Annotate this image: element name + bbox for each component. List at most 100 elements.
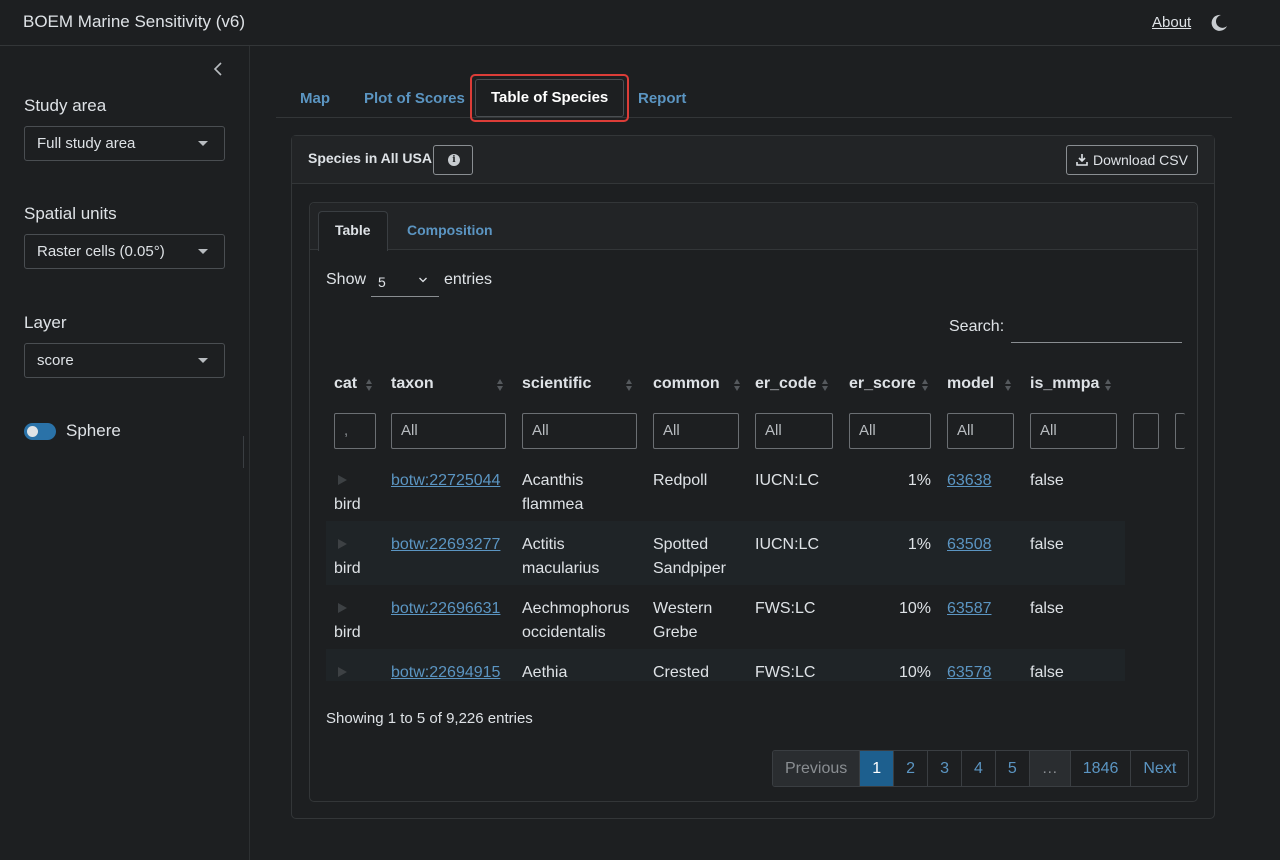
page-4-button[interactable]: 4 (960, 751, 995, 786)
tab-report[interactable]: Report (638, 90, 686, 107)
filter-extra[interactable] (1133, 413, 1159, 449)
cell-scientific: Aechmophorus occidentalis (522, 600, 630, 641)
spatial-units-select[interactable]: Raster cells (0.05°) (24, 234, 225, 269)
subtab-composition[interactable]: Composition (407, 222, 493, 238)
cell-er-code: IUCN:LC (755, 536, 820, 553)
filter-scientific[interactable]: All (522, 413, 637, 449)
expand-row-icon[interactable] (338, 667, 347, 677)
study-area-value: Full study area (37, 135, 136, 152)
filter-is-mmpa[interactable]: All (1030, 413, 1117, 449)
sort-icon[interactable] (734, 379, 741, 391)
cell-is-mmpa: false (1030, 472, 1064, 489)
cell-taxon: botw:22693277 (391, 533, 500, 557)
card-title: Species in All USA (308, 150, 432, 166)
table-row[interactable]: bird botw:22725044 Acanthis flammea Redpo… (326, 457, 1125, 521)
subtab-table[interactable]: Table (318, 211, 388, 251)
table-row[interactable]: botw:22694915 Aethia Crested FWS:LC 10% … (326, 649, 1125, 681)
page-1846-button[interactable]: 1846 (1069, 751, 1131, 786)
sidebar-resize-handle[interactable] (243, 436, 244, 468)
cell-model: 63587 (947, 597, 992, 621)
column-header-common[interactable]: common (653, 375, 720, 393)
about-link[interactable]: About (1152, 14, 1191, 31)
cell-taxon: botw:22725044 (391, 469, 500, 493)
expand-row-icon[interactable] (338, 539, 347, 549)
download-icon (1076, 154, 1088, 166)
top-navbar: BOEM Marine Sensitivity (v6) About (0, 0, 1280, 46)
entries-label: entries (444, 271, 493, 288)
cell-model: 63638 (947, 469, 992, 493)
next-page-button[interactable]: Next (1130, 751, 1188, 786)
filter-cat[interactable]: , (334, 413, 376, 449)
layer-select[interactable]: score (24, 343, 225, 378)
filter-er-score[interactable]: All (849, 413, 931, 449)
model-link[interactable]: 63578 (947, 664, 992, 681)
page-3-button[interactable]: 3 (927, 751, 961, 786)
tab-map[interactable]: Map (300, 90, 330, 107)
layer-value: score (37, 352, 74, 369)
taxon-link[interactable]: botw:22725044 (391, 472, 500, 489)
page-2-button[interactable]: 2 (893, 751, 927, 786)
filter-model[interactable]: All (947, 413, 1014, 449)
sort-icon[interactable] (626, 379, 633, 391)
collapse-sidebar-icon[interactable] (210, 60, 226, 78)
study-area-select[interactable]: Full study area (24, 126, 225, 161)
page-1-button[interactable]: 1 (859, 751, 894, 786)
filter-taxon[interactable]: All (391, 413, 506, 449)
cell-er-score: 1% (907, 536, 931, 553)
sub-tabs: Table Composition (310, 203, 1197, 251)
filter-common[interactable]: All (653, 413, 739, 449)
column-header-model[interactable]: model (947, 375, 994, 393)
main-tabs: Map Plot of Scores Table of Species Repo… (276, 72, 1232, 122)
cell-is-mmpa: false (1030, 664, 1064, 681)
filter-extra[interactable] (1175, 413, 1185, 449)
page-5-button[interactable]: 5 (994, 751, 1029, 786)
sort-icon[interactable] (1105, 379, 1112, 391)
expand-row-icon[interactable] (338, 603, 347, 613)
sphere-toggle[interactable] (24, 423, 56, 440)
page-length-select[interactable]: 5 (371, 267, 439, 297)
sort-icon[interactable] (366, 379, 373, 391)
download-csv-button[interactable]: Download CSV (1066, 145, 1198, 175)
taxon-link[interactable]: botw:22696631 (391, 600, 500, 617)
cell-scientific: Actitis macularius (522, 536, 600, 577)
cell-scientific: Aethia (522, 664, 568, 681)
model-link[interactable]: 63587 (947, 600, 992, 617)
tab-table-of-species[interactable]: Table of Species (470, 74, 630, 122)
info-button[interactable]: i (433, 145, 473, 175)
cell-cat: bird (334, 624, 361, 641)
expand-row-icon[interactable] (338, 475, 347, 485)
cell-er-code: FWS:LC (755, 600, 816, 617)
taxon-link[interactable]: botw:22694915 (391, 664, 500, 681)
table-row[interactable]: bird botw:22696631 Aechmophorus occidenta… (326, 585, 1125, 649)
column-header-taxon[interactable]: taxon (391, 375, 434, 393)
cell-is-mmpa: false (1030, 536, 1064, 553)
column-header-scientific[interactable]: scientific (522, 375, 591, 393)
download-csv-label: Download CSV (1093, 152, 1188, 168)
column-header-er-code[interactable]: er_code (755, 375, 816, 393)
previous-page-button[interactable]: Previous (773, 751, 860, 786)
app-title: BOEM Marine Sensitivity (v6) (23, 12, 245, 31)
sort-icon[interactable] (1005, 379, 1012, 391)
table-row[interactable]: bird botw:22693277 Actitis macularius Spo… (326, 521, 1125, 585)
moon-icon[interactable] (1209, 13, 1229, 33)
search-input[interactable] (1011, 314, 1182, 343)
layer-label: Layer (24, 313, 67, 332)
column-header-is-mmpa[interactable]: is_mmpa (1030, 375, 1099, 393)
cell-common: Crested (653, 664, 710, 681)
cell-is-mmpa: false (1030, 600, 1064, 617)
tab-plot-of-scores[interactable]: Plot of Scores (364, 90, 465, 107)
caret-down-icon (198, 249, 208, 254)
sort-icon[interactable] (922, 379, 929, 391)
filter-er-code[interactable]: All (755, 413, 833, 449)
taxon-link[interactable]: botw:22693277 (391, 536, 500, 553)
sort-icon[interactable] (822, 379, 829, 391)
model-link[interactable]: 63508 (947, 536, 992, 553)
sidebar: Study area Full study area Spatial units… (0, 46, 250, 860)
sort-icon[interactable] (497, 379, 504, 391)
caret-down-icon (198, 358, 208, 363)
model-link[interactable]: 63638 (947, 472, 992, 489)
column-header-er-score[interactable]: er_score (849, 375, 916, 393)
caret-down-icon (198, 141, 208, 146)
column-header-cat[interactable]: cat (334, 375, 357, 393)
chevron-down-icon (419, 277, 427, 283)
